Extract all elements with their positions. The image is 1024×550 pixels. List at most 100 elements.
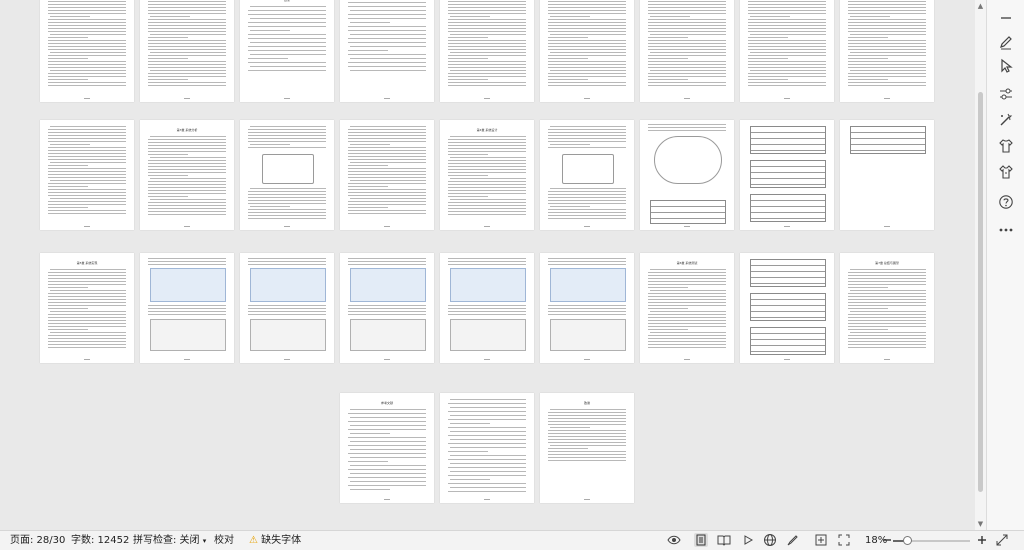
- shirt-icon[interactable]: [996, 136, 1016, 156]
- page-thumbnail[interactable]: [140, 253, 234, 363]
- screenshot-figure: [150, 319, 226, 351]
- page-heading: 第6章 系统测试: [676, 261, 698, 265]
- page-thumbnail[interactable]: 第7章 总结与展望: [840, 253, 934, 363]
- missing-font-button[interactable]: ⚠ 缺失字体: [249, 534, 301, 547]
- page-thumbnail[interactable]: [740, 253, 834, 363]
- page-number: [284, 98, 290, 99]
- data-table: [750, 327, 826, 355]
- page-thumbnail[interactable]: 目录: [240, 0, 334, 102]
- page-thumbnail[interactable]: [640, 120, 734, 230]
- more-icon[interactable]: [996, 220, 1016, 240]
- page-heading: 第4章 系统设计: [476, 128, 498, 132]
- chevron-down-icon: ▾: [202, 537, 207, 545]
- magic-tools-icon[interactable]: [996, 110, 1016, 130]
- page-heading: 第7章 总结与展望: [875, 261, 899, 265]
- missing-font-label: 缺失字体: [261, 535, 302, 546]
- screenshot-figure: [250, 319, 326, 351]
- pointer-icon[interactable]: [996, 56, 1016, 76]
- data-table: [750, 160, 826, 188]
- page-number: [784, 359, 790, 360]
- play-icon[interactable]: [741, 533, 755, 547]
- book-icon[interactable]: [717, 533, 731, 547]
- page-number: [884, 226, 890, 227]
- page-number: [884, 359, 890, 360]
- page-thumbnail[interactable]: [240, 253, 334, 363]
- page-thumbnail[interactable]: 参考文献: [340, 393, 434, 503]
- figure-diagram: [262, 154, 314, 184]
- expand-icon[interactable]: [995, 533, 1009, 547]
- pen-icon[interactable]: [996, 32, 1016, 52]
- page-thumbnail[interactable]: 第4章 系统设计: [440, 120, 534, 230]
- page-thumbnail[interactable]: [40, 0, 134, 102]
- proofread-button[interactable]: 校对: [214, 534, 234, 547]
- page-thumbnail[interactable]: 第6章 系统测试: [640, 253, 734, 363]
- brush-icon[interactable]: [785, 533, 799, 547]
- fit-page-icon[interactable]: [814, 533, 828, 547]
- page-view-icon[interactable]: [694, 533, 708, 547]
- page-thumbnail[interactable]: [640, 0, 734, 102]
- page-thumbnail[interactable]: [740, 0, 834, 102]
- screenshot-figure: [550, 319, 626, 351]
- data-table: [750, 259, 826, 287]
- help-icon[interactable]: [996, 192, 1016, 212]
- warning-icon: ⚠: [249, 535, 258, 546]
- page-number: [284, 226, 290, 227]
- page-number: [684, 98, 690, 99]
- zoom-in-icon[interactable]: [975, 533, 989, 547]
- right-toolbar: [986, 0, 1024, 530]
- page-number: [184, 226, 190, 227]
- page-thumbnail[interactable]: [740, 120, 834, 230]
- eye-icon[interactable]: [667, 533, 681, 547]
- page-number: [784, 98, 790, 99]
- scrollbar-thumb[interactable]: [978, 92, 983, 492]
- zoom-slider-knob[interactable]: [903, 536, 912, 545]
- page-number: [684, 226, 690, 227]
- page-number: [484, 98, 490, 99]
- sliders-icon[interactable]: [996, 84, 1016, 104]
- page-thumbnail[interactable]: [540, 0, 634, 102]
- page-thumbnail[interactable]: [540, 253, 634, 363]
- page-thumbnail[interactable]: [840, 0, 934, 102]
- spellcheck-toggle[interactable]: 拼写检查: 关闭 ▾: [133, 534, 206, 548]
- screenshot-figure: [450, 268, 526, 302]
- document-workspace[interactable]: 目录第3章 系统分析 第4章 系统设计第5章 系统实现 第6章 系统测试 第7章 总结…: [0, 0, 975, 530]
- fullscreen-icon[interactable]: [837, 533, 851, 547]
- page-thumbnail[interactable]: [340, 0, 434, 102]
- data-table: [750, 194, 826, 222]
- page-thumbnail[interactable]: [440, 393, 534, 503]
- page-thumbnail[interactable]: [440, 0, 534, 102]
- page-thumbnail[interactable]: [40, 120, 134, 230]
- page-number: [84, 98, 90, 99]
- page-thumbnail[interactable]: [340, 120, 434, 230]
- shirt-outline-icon[interactable]: [996, 162, 1016, 182]
- page-number: [584, 499, 590, 500]
- page-thumbnail[interactable]: [340, 253, 434, 363]
- er-diagram: [654, 136, 722, 184]
- page-thumbnail[interactable]: [240, 120, 334, 230]
- minus-icon[interactable]: [996, 8, 1016, 28]
- scroll-down-icon[interactable]: ▼: [977, 520, 984, 528]
- word-count[interactable]: 字数: 12452: [71, 534, 129, 547]
- screenshot-figure: [250, 268, 326, 302]
- page-thumbnail[interactable]: 第5章 系统实现: [40, 253, 134, 363]
- page-thumbnail[interactable]: [140, 0, 234, 102]
- page-number: [84, 359, 90, 360]
- page-number: [384, 499, 390, 500]
- page-number: [384, 226, 390, 227]
- page-thumbnail[interactable]: 第3章 系统分析: [140, 120, 234, 230]
- page-indicator[interactable]: 页面: 28/30: [10, 534, 65, 547]
- page-thumbnail[interactable]: [840, 120, 934, 230]
- page-number: [184, 98, 190, 99]
- status-bar: 页面: 28/30 字数: 12452 拼写检查: 关闭 ▾ 校对 ⚠ 缺失字体…: [0, 530, 1024, 550]
- vertical-scrollbar[interactable]: ▲ ▼: [975, 0, 986, 530]
- scroll-up-icon[interactable]: ▲: [977, 2, 984, 10]
- page-thumbnail[interactable]: 致谢: [540, 393, 634, 503]
- page-number: [284, 359, 290, 360]
- zoom-out-icon[interactable]: [880, 533, 894, 547]
- data-table: [750, 126, 826, 154]
- page-thumbnail[interactable]: [540, 120, 634, 230]
- page-heading: 第3章 系统分析: [176, 128, 198, 132]
- data-table: [750, 293, 826, 321]
- globe-icon[interactable]: [763, 533, 777, 547]
- page-thumbnail[interactable]: [440, 253, 534, 363]
